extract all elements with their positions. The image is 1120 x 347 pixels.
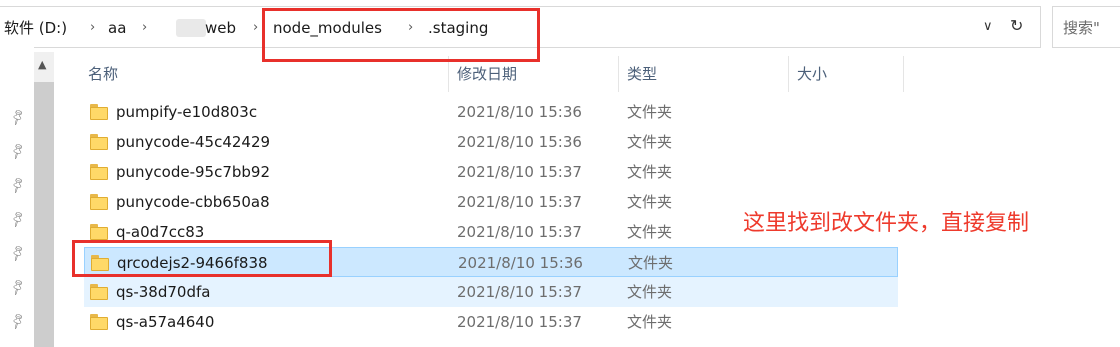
crumb-web[interactable]: web	[205, 17, 236, 39]
folder-icon	[90, 164, 108, 180]
list-item[interactable]: punycode-45c42429 2021/8/10 15:36 文件夹	[84, 127, 898, 157]
annotation-box-path	[262, 8, 540, 62]
scroll-up-icon[interactable]: ▲	[38, 58, 46, 71]
column-divider[interactable]	[903, 56, 904, 92]
item-type: 文件夹	[627, 313, 673, 331]
annotation-box-folder	[72, 240, 332, 277]
item-name: punycode-cbb650a8	[116, 193, 270, 211]
annotation-note: 这里找到改文件夹，直接复制	[743, 211, 1030, 236]
item-type: 文件夹	[627, 223, 673, 241]
folder-icon	[90, 314, 108, 330]
nav-scrollbar[interactable]: ▲	[34, 52, 54, 347]
item-type: 文件夹	[627, 103, 673, 121]
item-date: 2021/8/10 15:37	[457, 163, 582, 181]
pin-icon[interactable]: 📌︎	[8, 175, 28, 195]
item-date: 2021/8/10 15:37	[457, 223, 582, 241]
item-type: 文件夹	[627, 283, 673, 301]
list-item[interactable]: punycode-95c7bb92 2021/8/10 15:37 文件夹	[84, 157, 898, 187]
item-name: punycode-95c7bb92	[116, 163, 271, 181]
item-name: punycode-45c42429	[116, 133, 271, 151]
column-header-type[interactable]: 类型	[627, 56, 657, 92]
item-date: 2021/8/10 15:36	[458, 254, 583, 272]
chevron-right-icon[interactable]: ›	[253, 17, 258, 39]
column-header-name[interactable]: 名称	[88, 56, 118, 92]
item-date: 2021/8/10 15:37	[457, 313, 582, 331]
list-item-hover[interactable]: qs-38d70dfa 2021/8/10 15:37 文件夹	[84, 277, 898, 307]
search-placeholder: 搜索"	[1063, 19, 1100, 37]
pin-icon[interactable]: 📌︎	[8, 141, 28, 161]
pin-icon[interactable]: 📌︎	[8, 209, 28, 229]
folder-icon	[90, 134, 108, 150]
chevron-down-icon[interactable]: ∨	[983, 16, 993, 38]
pin-icon[interactable]: 📌︎	[8, 311, 28, 331]
quick-access-pane: 📌︎ 📌︎ 📌︎ 📌︎ 📌︎ 📌︎ 📌︎	[0, 46, 34, 347]
pin-icon[interactable]: 📌︎	[8, 243, 28, 263]
list-item[interactable]: pumpify-e10d803c 2021/8/10 15:36 文件夹	[84, 97, 898, 127]
item-type: 文件夹	[627, 163, 673, 181]
chevron-right-icon[interactable]: ›	[142, 17, 147, 39]
item-date: 2021/8/10 15:37	[457, 283, 582, 301]
item-name: qs-a57a4640	[116, 313, 215, 331]
column-divider[interactable]	[618, 56, 619, 92]
chevron-right-icon[interactable]: ›	[90, 17, 95, 39]
item-name: qs-38d70dfa	[116, 283, 211, 301]
folder-icon	[90, 104, 108, 120]
folder-icon	[90, 284, 108, 300]
item-type: 文件夹	[628, 254, 674, 272]
item-date: 2021/8/10 15:37	[457, 193, 582, 211]
search-input[interactable]: 搜索"	[1052, 6, 1120, 48]
pin-icon[interactable]: 📌︎	[8, 107, 28, 127]
list-item[interactable]: qs-a57a4640 2021/8/10 15:37 文件夹	[84, 307, 898, 337]
item-type: 文件夹	[627, 133, 673, 151]
folder-icon	[90, 224, 108, 240]
crumb-drive[interactable]: 软件 (D:)	[4, 17, 67, 39]
folder-icon	[90, 194, 108, 210]
crumb-aa[interactable]: aa	[108, 17, 126, 39]
redacted-folder	[176, 19, 206, 37]
item-date: 2021/8/10 15:36	[457, 103, 582, 121]
item-type: 文件夹	[627, 193, 673, 211]
pin-icon[interactable]: 📌︎	[8, 277, 28, 297]
item-name: pumpify-e10d803c	[116, 103, 258, 121]
refresh-icon[interactable]: ↻	[1010, 15, 1023, 37]
scrollbar-thumb[interactable]	[34, 82, 54, 347]
column-divider[interactable]	[788, 56, 789, 92]
item-date: 2021/8/10 15:36	[457, 133, 582, 151]
column-header-size[interactable]: 大小	[797, 56, 827, 92]
